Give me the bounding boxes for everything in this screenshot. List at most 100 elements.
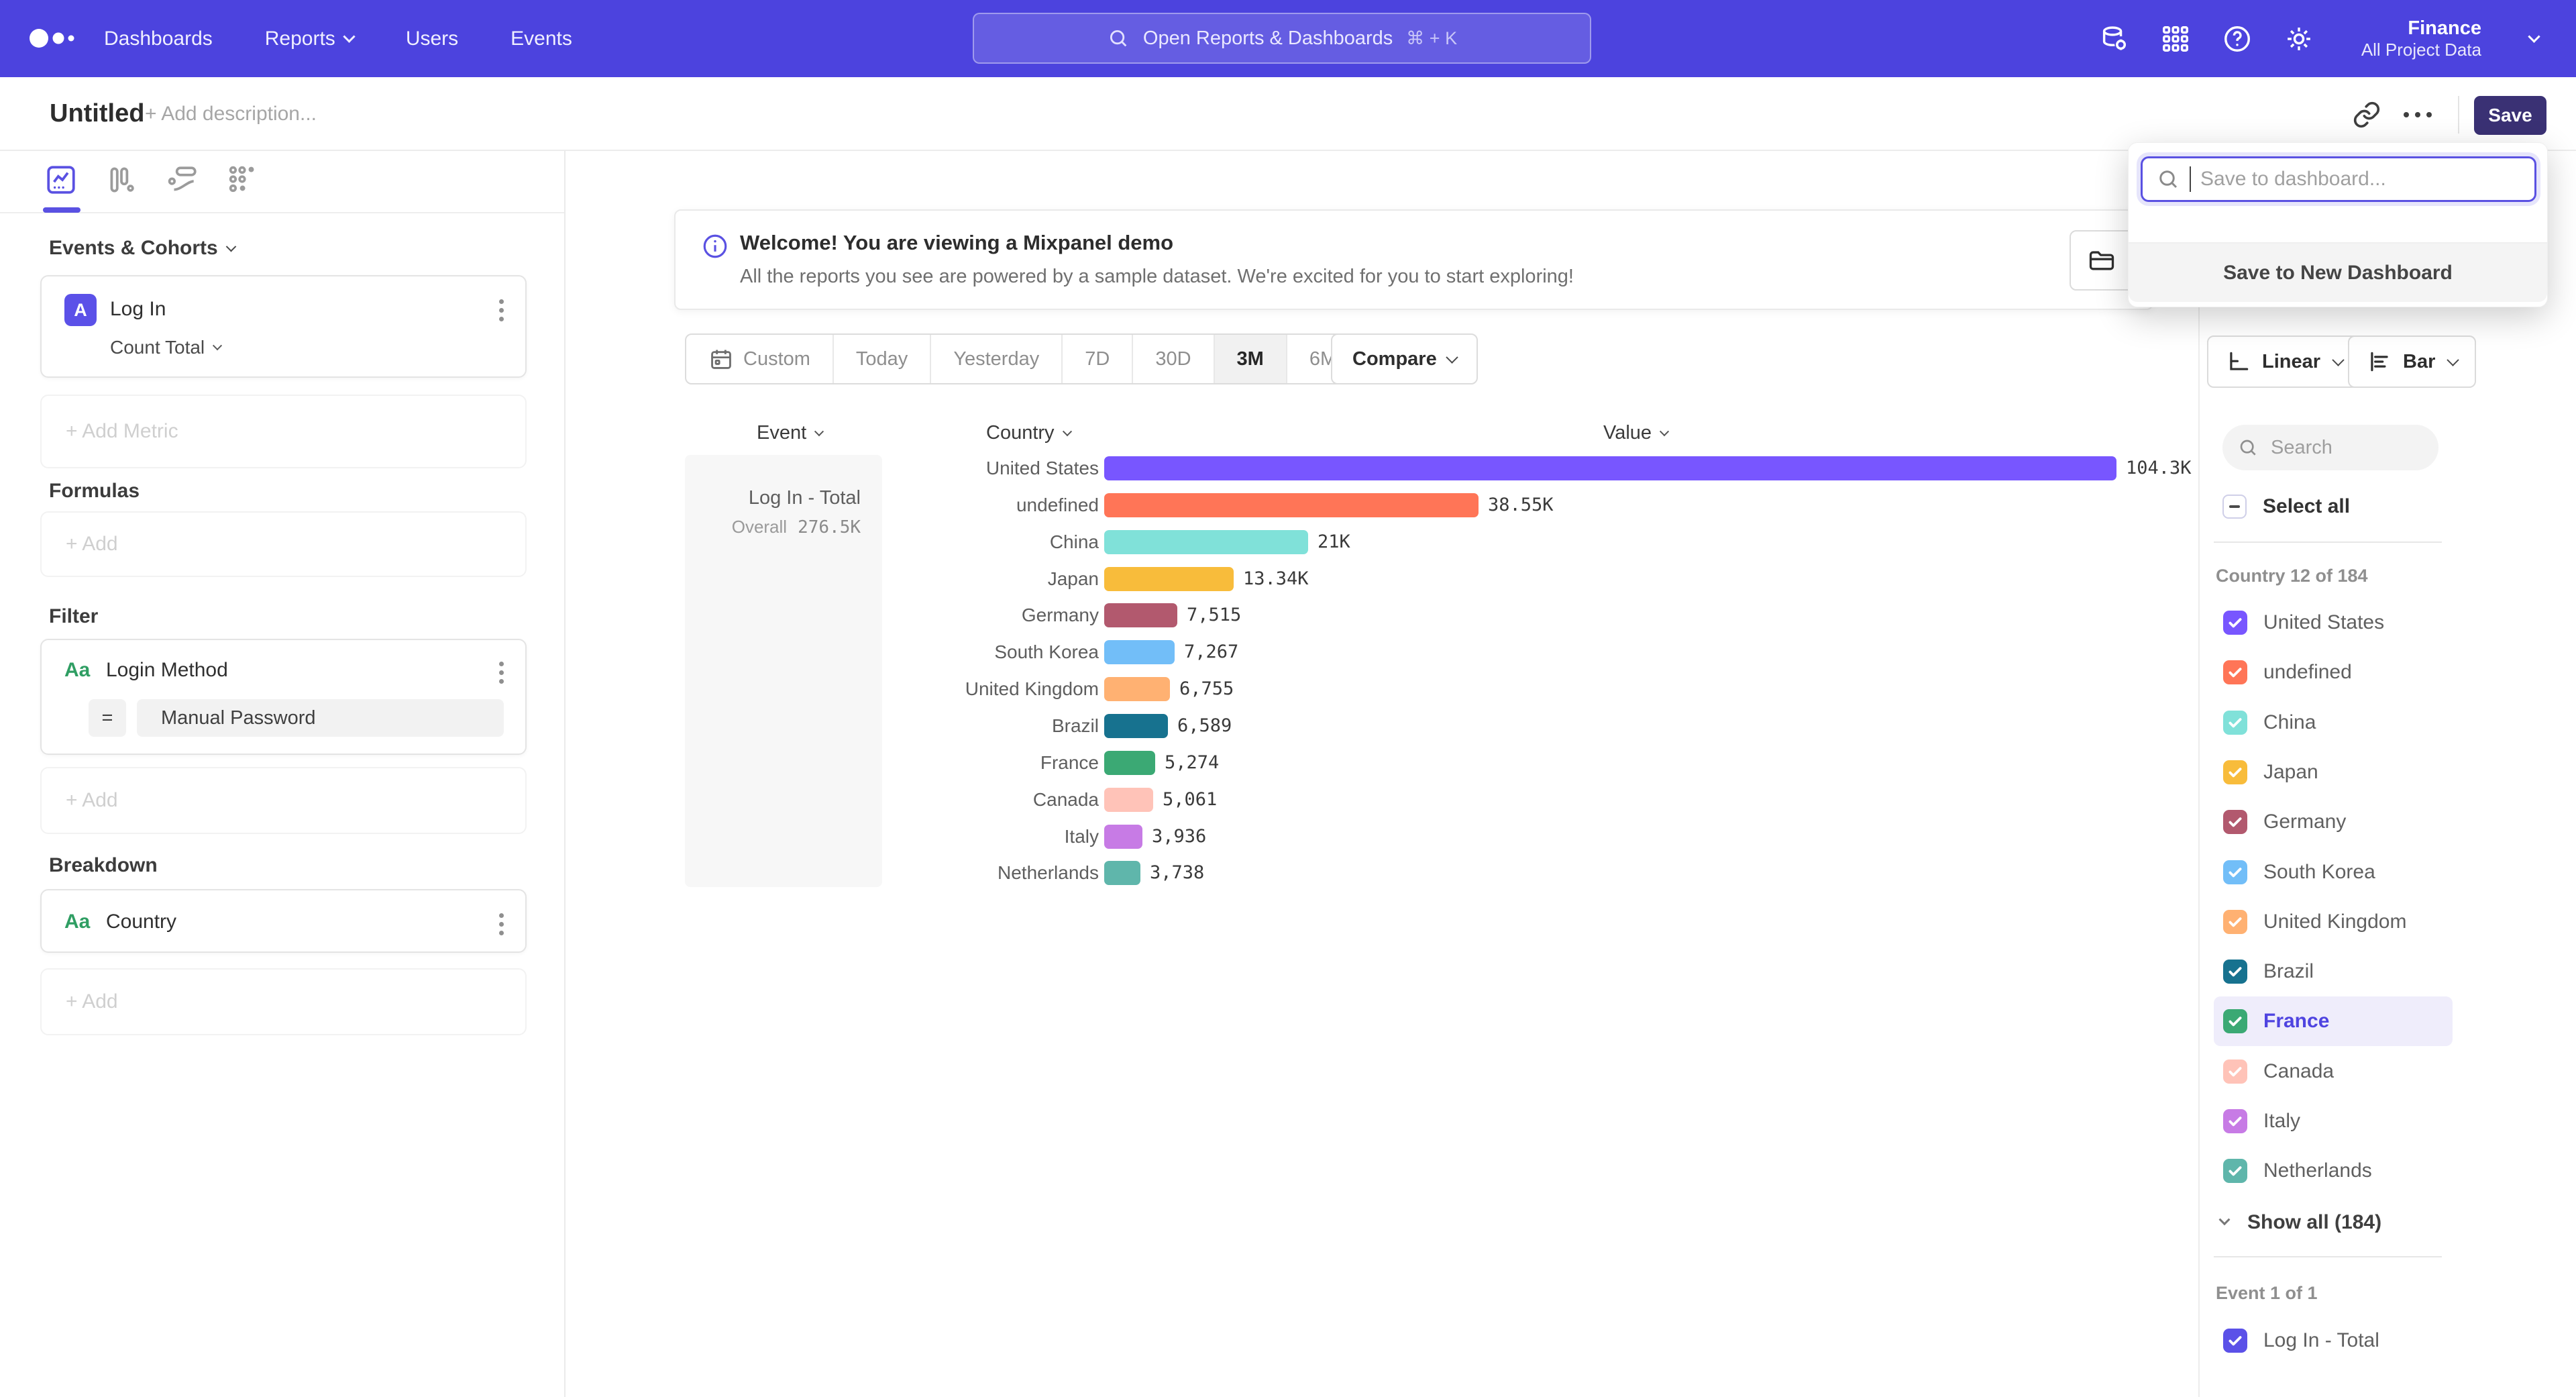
country-filter-checkbox[interactable]	[2223, 960, 2247, 984]
filter-card[interactable]: Aa Login Method = Manual Password	[40, 639, 527, 755]
legend-search-input[interactable]: Search	[2222, 425, 2438, 470]
save-to-new-dashboard-item[interactable]: Save to New Dashboard	[2129, 244, 2547, 302]
tab-insights-icon[interactable]	[44, 163, 78, 197]
event-filter-row[interactable]: Log In - Total	[2214, 1316, 2453, 1365]
add-filter-button[interactable]: + Add	[40, 767, 527, 834]
range-today[interactable]: Today	[834, 335, 931, 383]
column-header-event[interactable]: Event	[757, 422, 822, 444]
country-filter-row[interactable]: United Kingdom	[2214, 897, 2453, 947]
project-switcher[interactable]: Finance All Project Data	[2361, 17, 2481, 60]
mixpanel-logo-icon[interactable]	[28, 25, 82, 52]
apps-grid-icon[interactable]	[2160, 23, 2191, 54]
country-filter-checkbox[interactable]	[2223, 1159, 2247, 1183]
country-filter-checkbox[interactable]	[2223, 660, 2247, 684]
settings-gear-icon[interactable]	[2284, 23, 2314, 54]
bar-category-label: China	[792, 530, 1099, 554]
country-filter-row[interactable]: Japan	[2214, 747, 2453, 797]
filter-operator[interactable]: =	[89, 699, 126, 737]
chart-style-selector-button[interactable]: Bar	[2348, 335, 2476, 388]
filter-options-icon[interactable]	[499, 662, 504, 684]
report-title[interactable]: Untitled	[50, 99, 144, 128]
tab-retention-icon[interactable]	[226, 163, 260, 197]
date-range-selector: CustomTodayYesterday7D30D3M6M12M	[685, 333, 1444, 384]
country-filter-row[interactable]: United States	[2214, 598, 2453, 648]
save-button[interactable]: Save	[2474, 96, 2546, 135]
tab-flows-icon[interactable]	[166, 163, 199, 197]
add-formula-button[interactable]: + Add	[40, 511, 527, 577]
country-filter-row[interactable]: China	[2214, 698, 2453, 747]
country-filter-row[interactable]: South Korea	[2214, 847, 2453, 897]
nav-item-reports[interactable]: Reports	[265, 28, 354, 50]
bar-italy[interactable]	[1104, 825, 1142, 849]
metric-event-name[interactable]: Log In	[110, 298, 166, 321]
data-management-icon[interactable]	[2098, 23, 2129, 54]
nav-item-users[interactable]: Users	[406, 28, 458, 50]
bar-category-label: Netherlands	[792, 861, 1099, 885]
range-custom[interactable]: Custom	[686, 335, 834, 383]
breakdown-card[interactable]: Aa Country	[40, 889, 527, 953]
select-all-checkbox[interactable]	[2222, 495, 2247, 519]
country-filter-checkbox[interactable]	[2223, 810, 2247, 834]
country-filter-row[interactable]: undefined	[2214, 648, 2453, 697]
country-filter-row[interactable]: Germany	[2214, 797, 2453, 847]
bar-france[interactable]	[1104, 751, 1155, 775]
nav-item-events[interactable]: Events	[511, 28, 572, 50]
copy-link-button[interactable]	[2345, 93, 2388, 136]
country-filter-checkbox[interactable]	[2223, 611, 2247, 635]
add-breakdown-button[interactable]: + Add	[40, 968, 527, 1035]
link-icon	[2352, 100, 2381, 130]
scale-selector-button[interactable]: Linear	[2207, 335, 2361, 388]
range-7d[interactable]: 7D	[1063, 335, 1133, 383]
column-header-value[interactable]: Value	[1603, 422, 1668, 444]
global-search-bar[interactable]: Open Reports & Dashboards ⌘ + K	[973, 13, 1591, 64]
breakdown-property-name[interactable]: Country	[106, 911, 176, 933]
breakdown-options-icon[interactable]	[499, 913, 504, 935]
bar-china[interactable]	[1104, 530, 1308, 554]
country-filter-row[interactable]: Canada	[2214, 1047, 2453, 1096]
country-filter-checkbox[interactable]	[2223, 760, 2247, 784]
bar-netherlands[interactable]	[1104, 861, 1140, 885]
metric-card[interactable]: A Log In Count Total	[40, 275, 527, 378]
select-all-row[interactable]: Select all	[2222, 495, 2350, 519]
help-icon[interactable]	[2222, 23, 2253, 54]
country-filter-label: Netherlands	[2263, 1159, 2372, 1182]
metric-aggregation[interactable]: Count Total	[110, 337, 221, 358]
filter-value[interactable]: Manual Password	[137, 699, 504, 737]
show-all-button[interactable]: Show all (184)	[2220, 1204, 2381, 1241]
add-metric-button[interactable]: + Add Metric	[40, 395, 527, 468]
range-3m[interactable]: 3M	[1215, 335, 1287, 383]
country-filter-row[interactable]: France	[2214, 996, 2453, 1046]
country-filter-checkbox[interactable]	[2223, 1009, 2247, 1033]
country-filter-checkbox[interactable]	[2223, 1059, 2247, 1084]
bar-south-korea[interactable]	[1104, 640, 1175, 664]
column-header-country[interactable]: Country	[986, 422, 1071, 444]
save-dashboard-placeholder: Save to dashboard...	[2200, 168, 2386, 191]
bar-undefined[interactable]	[1104, 493, 1479, 517]
country-filter-checkbox[interactable]	[2223, 910, 2247, 934]
bar-japan[interactable]	[1104, 567, 1234, 591]
country-filter-row[interactable]: Brazil	[2214, 947, 2453, 996]
bar-united-states[interactable]	[1104, 456, 2116, 480]
nav-item-dashboards[interactable]: Dashboards	[104, 28, 213, 50]
project-chevron-icon[interactable]	[2528, 30, 2540, 42]
metric-options-icon[interactable]	[499, 299, 504, 321]
filter-property-name[interactable]: Login Method	[106, 659, 228, 682]
bar-brazil[interactable]	[1104, 714, 1168, 738]
compare-button[interactable]: Compare	[1331, 333, 1478, 384]
country-filter-checkbox[interactable]	[2223, 860, 2247, 884]
country-filter-row[interactable]: Italy	[2214, 1096, 2453, 1146]
event-filter-checkbox[interactable]	[2223, 1329, 2247, 1353]
add-description[interactable]: + Add description...	[145, 103, 317, 125]
range-30d[interactable]: 30D	[1133, 335, 1214, 383]
bar-canada[interactable]	[1104, 788, 1153, 812]
save-dashboard-search-input[interactable]: Save to dashboard...	[2141, 156, 2536, 202]
bar-united-kingdom[interactable]	[1104, 677, 1170, 701]
range-yesterday[interactable]: Yesterday	[931, 335, 1063, 383]
country-filter-checkbox[interactable]	[2223, 711, 2247, 735]
more-options-button[interactable]	[2396, 93, 2439, 136]
bar-germany[interactable]	[1104, 603, 1177, 627]
tab-funnels-icon[interactable]	[105, 163, 138, 197]
events-cohorts-label[interactable]: Events & Cohorts	[49, 237, 235, 260]
country-filter-checkbox[interactable]	[2223, 1109, 2247, 1133]
country-filter-row[interactable]: Netherlands	[2214, 1146, 2453, 1196]
